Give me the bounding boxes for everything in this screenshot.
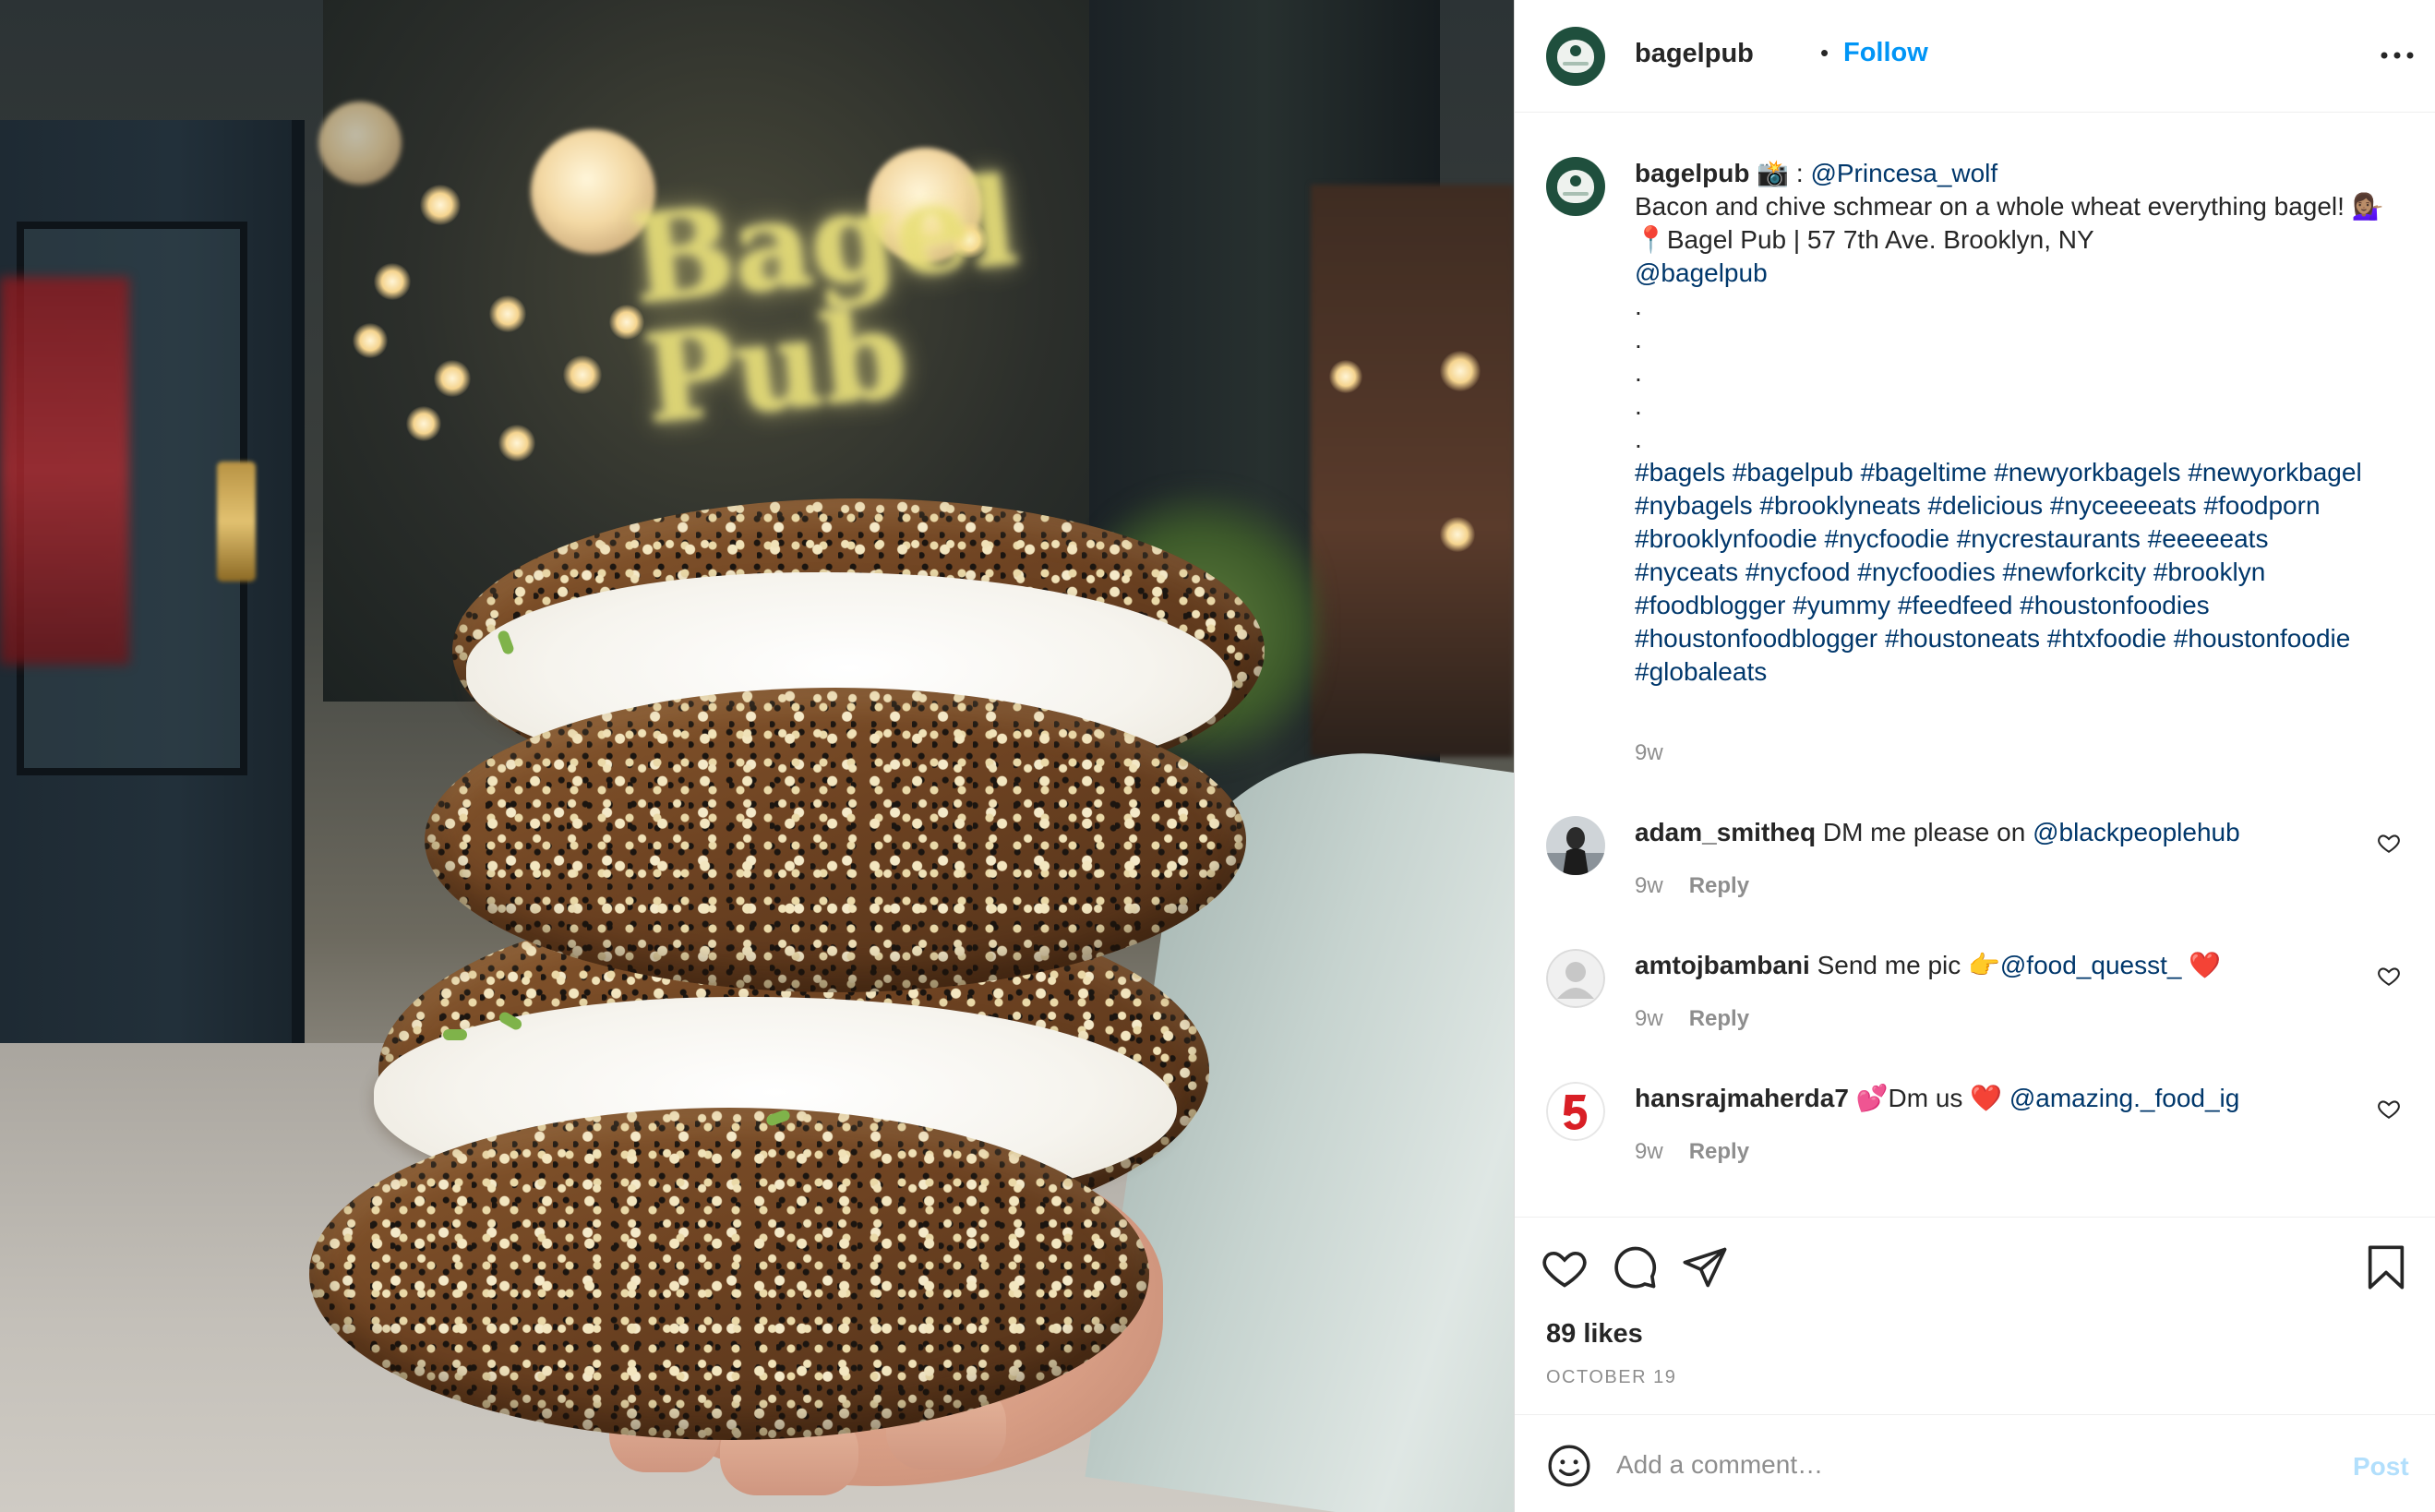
comment-mention-link[interactable]: @amazing._food_ig <box>2009 1084 2239 1112</box>
hashtag-line[interactable]: #foodblogger #yummy #feedfeed #houstonfo… <box>1635 589 2419 622</box>
photo-bagel-bottom-bottom-half <box>309 1108 1149 1440</box>
hashtag-line[interactable]: #brooklynfoodie #nycfoodie #nycrestauran… <box>1635 522 2419 556</box>
bagel-logo-icon <box>1557 40 1594 73</box>
photo-lamp <box>318 102 402 185</box>
more-options-icon[interactable] <box>2375 28 2419 83</box>
photo-bulb <box>1440 351 1481 391</box>
caption-dot: . <box>1635 425 1642 453</box>
hashtag-line[interactable]: #globaleats <box>1635 655 2419 689</box>
comment-body: Send me pic 👉 <box>1809 951 2000 979</box>
caption-location-text: Bagel Pub | 57 7th Ave. Brooklyn, NY <box>1666 225 2094 254</box>
caption-first-line: bagelpub 📸 : @Princesa_wolf <box>1635 157 2419 190</box>
comment-body: 💕Dm us ❤️ <box>1848 1084 2009 1112</box>
comment-tail: ❤️ <box>2181 951 2222 979</box>
caption-text: Bacon and chive schmear on a whole wheat… <box>1635 192 2384 221</box>
comment-username[interactable]: hansrajmaherda7 <box>1635 1084 1849 1112</box>
caption-dot: . <box>1635 325 1642 354</box>
pin-icon: 📍 <box>1635 225 1667 254</box>
caption-username[interactable]: bagelpub <box>1635 159 1749 187</box>
comment-item: amtojbambani Send me pic 👉@food_quesst_ … <box>1515 949 2435 1082</box>
header-separator: • <box>1820 39 1829 66</box>
comment-text: adam_smitheq DM me please on @blackpeopl… <box>1635 816 2336 849</box>
post-photo[interactable]: Bagel Pub <box>0 0 1514 1512</box>
comment-like-heart-icon[interactable] <box>2377 964 2401 988</box>
bookmark-icon[interactable] <box>2362 1243 2410 1291</box>
instagram-post-view: Bagel Pub bagelpub • Follow bagelpub 📸:… <box>0 0 2435 1512</box>
comment-username[interactable]: adam_smitheq <box>1635 818 1816 846</box>
post-side-panel: bagelpub • Follow bagelpub 📸 : @Princesa… <box>1514 0 2435 1512</box>
avatar[interactable] <box>1546 816 1605 875</box>
avatar[interactable] <box>1546 157 1605 216</box>
bagel-logo-icon <box>1557 170 1594 203</box>
caption-location: 📍Bagel Pub | 57 7th Ave. Brooklyn, NY <box>1635 223 2419 257</box>
follow-button[interactable]: Follow <box>1843 38 1928 68</box>
hashtag-line[interactable]: #nyceats #nycfood #nycfoodies #newforkci… <box>1635 556 2419 589</box>
avatar[interactable] <box>1546 1082 1605 1141</box>
photo-door-reflection <box>0 277 129 665</box>
photo-bulb <box>353 323 388 358</box>
avatar[interactable] <box>1546 27 1605 86</box>
comment-timestamp[interactable]: 9w <box>1635 1139 1663 1164</box>
comment-meta: 9w Reply <box>1635 873 1749 899</box>
comment-text: amtojbambani Send me pic 👉@food_quesst_ … <box>1635 949 2336 982</box>
comment-timestamp[interactable]: 9w <box>1635 1006 1663 1031</box>
photo-interior <box>1311 185 1514 757</box>
photo-bulb <box>563 355 602 394</box>
camera-emoji: 📸 <box>1757 159 1790 187</box>
caption-timestamp[interactable]: 9w <box>1635 740 1663 766</box>
comment-mention-link[interactable]: @blackpeoplehub <box>2033 818 2240 846</box>
caption-dot: . <box>1635 358 1642 387</box>
photo-bulb <box>489 295 526 332</box>
caption-credit-link[interactable]: @Princesa_wolf <box>1810 159 1997 187</box>
add-comment-bar: Post <box>1515 1414 2435 1512</box>
photo-bagel-top-bottom-half <box>425 688 1246 992</box>
photo-bulb <box>406 406 441 441</box>
post-comment-button[interactable]: Post <box>2353 1452 2409 1482</box>
reply-button[interactable]: Reply <box>1689 1006 1749 1031</box>
comment-mention-link[interactable]: @food_quesst_ <box>2000 951 2182 979</box>
photo-chive <box>443 1029 467 1040</box>
photo-bulb <box>420 185 461 225</box>
caption-mention-link[interactable]: @bagelpub <box>1635 257 2419 290</box>
paper-plane-icon[interactable] <box>1681 1243 1729 1291</box>
comment-meta: 9w Reply <box>1635 1139 1749 1165</box>
hashtag-line[interactable]: #bagels #bagelpub #bageltime #newyorkbag… <box>1635 456 2419 489</box>
hashtag-line[interactable]: #houstonfoodblogger #houstoneats #htxfoo… <box>1635 622 2419 655</box>
photo-neon-sign: Bagel Pub <box>625 150 1024 450</box>
comment-item: adam_smitheq DM me please on @blackpeopl… <box>1515 816 2435 949</box>
comment-timestamp[interactable]: 9w <box>1635 873 1663 898</box>
avatar[interactable] <box>1546 949 1605 1008</box>
heart-icon[interactable] <box>1541 1243 1589 1291</box>
comment-item: hansrajmaherda7 💕Dm us ❤️ @amazing._food… <box>1515 1082 2435 1215</box>
photo-bulb <box>1440 517 1475 552</box>
photo-bulb <box>434 360 471 397</box>
comment-like-heart-icon[interactable] <box>2377 1097 2401 1121</box>
caption-body: bagelpub 📸 : @Princesa_wolf Bacon and ch… <box>1635 157 2419 689</box>
likes-count[interactable]: 89 likes <box>1546 1319 1643 1350</box>
reply-button[interactable]: Reply <box>1689 1139 1749 1164</box>
comment-like-heart-icon[interactable] <box>2377 831 2401 855</box>
comment-meta: 9w Reply <box>1635 1006 1749 1032</box>
post-header: bagelpub • Follow <box>1515 0 2435 113</box>
comment-text: hansrajmaherda7 💕Dm us ❤️ @amazing._food… <box>1635 1082 2336 1115</box>
caption-colon: : <box>1789 159 1811 187</box>
caption-dot: . <box>1635 391 1642 420</box>
photo-bulb <box>1329 360 1362 393</box>
reply-button[interactable]: Reply <box>1689 873 1749 898</box>
header-username[interactable]: bagelpub <box>1635 39 1754 69</box>
photo-bulb <box>374 263 411 300</box>
hashtag-line[interactable]: #nybagels #brooklyneats #delicious #nyce… <box>1635 489 2419 522</box>
caption-dot: . <box>1635 292 1642 320</box>
emoji-icon[interactable] <box>1546 1443 1592 1489</box>
comment-icon[interactable] <box>1611 1243 1659 1291</box>
comment-body: DM me please on <box>1816 818 2033 846</box>
comment-input[interactable] <box>1616 1441 2262 1489</box>
comment-username[interactable]: amtojbambani <box>1635 951 1810 979</box>
photo-bulb <box>498 425 535 462</box>
post-date[interactable]: OCTOBER 19 <box>1546 1367 1676 1388</box>
photo-door-handle <box>217 462 256 582</box>
